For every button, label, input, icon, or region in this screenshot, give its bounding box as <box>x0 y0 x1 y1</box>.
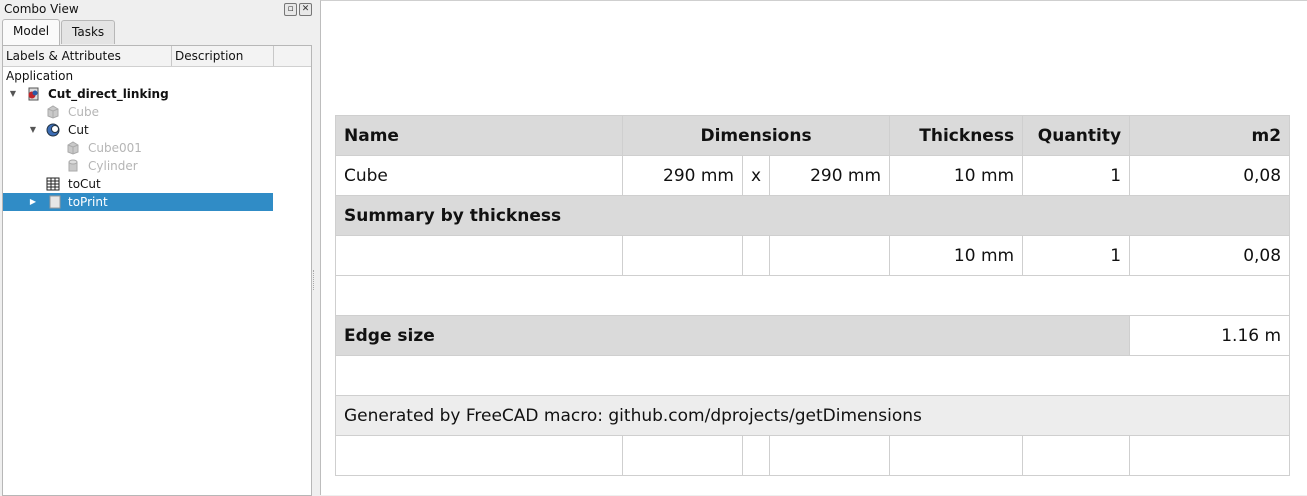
footer-credit: Generated by FreeCAD macro: github.com/d… <box>334 395 1291 436</box>
cell-name: Cube <box>335 155 623 196</box>
tree-item-label: Cut_direct_linking <box>48 87 169 101</box>
tree-item-label: toPrint <box>68 195 108 209</box>
cylinder-icon <box>66 159 80 173</box>
summary-quantity: 1 <box>1022 235 1131 276</box>
float-icon[interactable]: ▫ <box>284 3 297 16</box>
tree-item-label: toCut <box>68 177 101 191</box>
tab-model[interactable]: Model <box>2 19 61 45</box>
header-m2: m2 <box>1129 115 1291 156</box>
empty-cell <box>622 435 743 476</box>
tree-item-cut-direct-linking[interactable]: ▼ Cut_direct_linking <box>3 85 273 103</box>
tree-item-cube001[interactable]: Cube001 <box>3 139 273 157</box>
header-quantity: Quantity <box>1022 115 1131 156</box>
expand-arrow-icon[interactable]: ▼ <box>8 85 18 103</box>
cube-icon <box>46 105 60 119</box>
tree-item-label: Cut <box>68 123 89 137</box>
empty-row <box>334 275 1291 316</box>
empty-cell <box>335 235 623 276</box>
empty-cell <box>335 435 623 476</box>
cell-dim1: 290 mm <box>622 155 743 196</box>
tree-item-label: Cube001 <box>88 141 142 155</box>
tree-item-cylinder[interactable]: Cylinder <box>3 157 273 175</box>
cut-icon <box>46 123 60 137</box>
empty-cell <box>334 275 1291 316</box>
tree-item-toprint[interactable]: ▶ toPrint <box>3 193 273 211</box>
cell-quantity: 1 <box>1022 155 1131 196</box>
cell-m2: 0,08 <box>1129 155 1291 196</box>
column-header-description[interactable]: Description <box>172 46 274 66</box>
print-page-view: Name Dimensions Thickness Quantity m2 Cu… <box>320 0 1307 495</box>
edge-size-value: 1.16 m <box>1129 315 1291 356</box>
spreadsheet-icon <box>46 177 60 191</box>
tree-item-tocut[interactable]: toCut <box>3 175 273 193</box>
empty-cell <box>741 235 771 276</box>
tree-item-cube[interactable]: Cube <box>3 103 273 121</box>
empty-cell <box>1129 435 1291 476</box>
summary-title: Summary by thickness <box>334 195 1291 236</box>
empty-cell <box>622 235 743 276</box>
empty-cell <box>334 355 1291 396</box>
document-icon <box>26 87 40 101</box>
summary-thickness: 10 mm <box>889 235 1024 276</box>
application-label: Application <box>6 69 74 83</box>
combo-view-panel: Combo View ▫ ✕ Model Tasks Labels & Attr… <box>0 0 318 496</box>
header-name: Name <box>335 115 623 156</box>
empty-cell <box>741 435 771 476</box>
table-header-row: Name Dimensions Thickness Quantity m2 <box>335 115 1291 156</box>
expand-arrow-icon[interactable]: ▼ <box>28 121 38 139</box>
cell-dim2: 290 mm <box>769 155 891 196</box>
summary-m2: 0,08 <box>1129 235 1291 276</box>
tree-root-application: Application <box>3 67 273 85</box>
header-thickness: Thickness <box>889 115 1024 156</box>
table-row: 10 mm 1 0,08 <box>335 235 1291 276</box>
header-dimensions: Dimensions <box>621 115 891 156</box>
cell-dim-separator: x <box>741 155 771 196</box>
tree-item-label: Cube <box>68 105 99 119</box>
empty-row <box>334 355 1291 396</box>
table-row <box>335 435 1291 476</box>
close-icon[interactable]: ✕ <box>299 3 312 16</box>
tree-item-cut[interactable]: ▼ Cut <box>3 121 273 139</box>
tree-item-label: Cylinder <box>88 159 138 173</box>
tab-tasks[interactable]: Tasks <box>61 20 116 44</box>
empty-cell <box>1022 435 1131 476</box>
edge-size-label: Edge size <box>334 315 1131 356</box>
dock-splitter-handle[interactable] <box>313 270 318 290</box>
empty-cell <box>769 235 891 276</box>
empty-cell <box>889 435 1024 476</box>
edge-size-row: Edge size 1.16 m <box>334 315 1291 356</box>
table-row: Cube 290 mm x 290 mm 10 mm 1 0,08 <box>335 155 1291 196</box>
cube-icon <box>66 141 80 155</box>
summary-title-row: Summary by thickness <box>334 195 1291 236</box>
footer-row: Generated by FreeCAD macro: github.com/d… <box>334 395 1291 436</box>
combo-view-title: Combo View <box>4 2 79 16</box>
model-tree: Labels & Attributes Description Applicat… <box>2 45 312 496</box>
dimensions-table: Name Dimensions Thickness Quantity m2 Cu… <box>334 115 1291 476</box>
page-icon <box>48 195 62 209</box>
column-header-labels[interactable]: Labels & Attributes <box>3 46 172 66</box>
expand-arrow-icon[interactable]: ▶ <box>28 193 38 211</box>
empty-cell <box>769 435 891 476</box>
cell-thickness: 10 mm <box>889 155 1024 196</box>
